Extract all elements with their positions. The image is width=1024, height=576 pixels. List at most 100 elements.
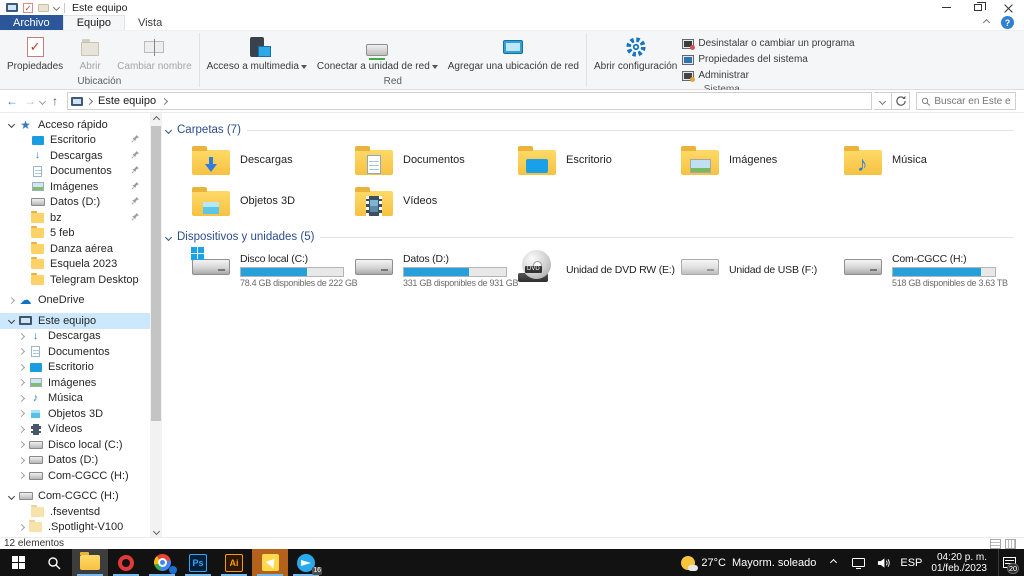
desinstalar-button[interactable]: Desinstalar o cambiar un programa [682, 36, 854, 51]
volume-icon[interactable] [875, 557, 891, 569]
administrar-button[interactable]: Administrar [682, 68, 854, 83]
clock[interactable]: 04:20 p. m. 01/feb./2023 [931, 552, 987, 574]
taskbar-telegram[interactable]: 16 [288, 549, 324, 576]
weather-widget[interactable]: 27°C Mayorm. soleado [681, 556, 816, 570]
sidebar-item-bz[interactable]: bz [0, 210, 150, 226]
sidebar-item-pc-documentos[interactable]: Documentos [0, 344, 150, 360]
folder-tile-objetos-3d[interactable]: Objetos 3D [192, 182, 355, 220]
scroll-up-icon[interactable] [150, 113, 162, 125]
section-header-dispositivos[interactable]: Dispositivos y unidades (5) [166, 228, 1024, 246]
network-icon[interactable] [850, 558, 866, 567]
sidebar-item-acceso-rapido[interactable]: ★ Acceso rápido [0, 117, 150, 133]
tab-vista[interactable]: Vista [125, 15, 175, 30]
sidebar-item-pc-disco-c[interactable]: Disco local (C:) [0, 437, 150, 453]
sidebar-item-pc-musica[interactable]: ♪ Música [0, 391, 150, 407]
section-collapse-icon[interactable] [165, 233, 172, 240]
chevron-right-icon[interactable] [17, 379, 24, 386]
sidebar-item-escritorio[interactable]: Escritorio [0, 133, 150, 149]
large-icons-view-icon[interactable] [1005, 539, 1016, 549]
address-dropdown-button[interactable] [874, 92, 892, 110]
drive-tile-usb-f[interactable]: Unidad de USB (F:) [681, 248, 844, 292]
sidebar-item-spotlight-v100[interactable]: .Spotlight-V100 [0, 520, 150, 536]
qat-customize-chevron-icon[interactable] [53, 4, 60, 11]
cambiar-nombre-button[interactable]: Cambiar nombre [112, 33, 196, 72]
propiedades-sistema-button[interactable]: Propiedades del sistema [682, 52, 854, 67]
sidebar-item-danza-aerea[interactable]: Danza aérea [0, 241, 150, 257]
sidebar-item-pc-descargas[interactable]: ↓ Descargas [0, 329, 150, 345]
chevron-right-icon[interactable] [17, 441, 24, 448]
acceso-multimedia-button[interactable]: Acceso a multimedia [202, 33, 312, 72]
pin-icon[interactable] [131, 181, 140, 193]
conectar-unidad-button[interactable]: Conectar a unidad de red [312, 33, 443, 72]
address-bar[interactable]: Este equipo [67, 92, 872, 110]
tab-equipo[interactable]: Equipo [63, 15, 125, 30]
chevron-right-icon[interactable] [17, 524, 24, 531]
language-indicator[interactable]: ESP [900, 557, 922, 569]
sidebar-item-datos-d[interactable]: Datos (D:) [0, 195, 150, 211]
search-input[interactable] [934, 96, 1011, 107]
agregar-ubicacion-button[interactable]: Agregar una ubicación de red [443, 33, 584, 72]
help-icon[interactable]: ? [1001, 16, 1014, 29]
taskbar-search-button[interactable] [36, 549, 72, 576]
propiedades-button[interactable]: ✓ Propiedades [2, 33, 68, 72]
taskbar-photoshop[interactable]: Ps [180, 549, 216, 576]
chevron-down-icon[interactable] [7, 317, 14, 324]
section-header-carpetas[interactable]: Carpetas (7) [166, 121, 1024, 139]
pin-icon[interactable] [131, 134, 140, 146]
abrir-configuracion-button[interactable]: Abrir configuración [589, 33, 682, 72]
chevron-right-icon[interactable] [17, 410, 24, 417]
forward-icon[interactable]: → [22, 94, 38, 108]
taskbar-illustrator[interactable]: Ai [216, 549, 252, 576]
taskbar-sticky-notes[interactable] [252, 549, 288, 576]
chevron-right-icon[interactable] [17, 457, 24, 464]
chevron-down-icon[interactable] [7, 493, 14, 500]
chevron-right-icon[interactable] [17, 348, 24, 355]
properties-qat-icon[interactable]: ✓ [23, 3, 33, 13]
sidebar-item-este-equipo[interactable]: Este equipo [0, 313, 150, 329]
collapse-ribbon-icon[interactable] [983, 19, 990, 26]
chevron-right-icon[interactable] [17, 395, 24, 402]
up-icon[interactable]: ↑ [47, 94, 63, 108]
start-button[interactable] [0, 549, 36, 576]
pin-icon[interactable] [131, 196, 140, 208]
scrollbar-thumb[interactable] [151, 126, 161, 421]
drive-tile-datos-d[interactable]: Datos (D:) 331 GB disponibles de 931 GB [355, 248, 518, 292]
back-icon[interactable]: ← [4, 94, 20, 108]
sidebar-item-documentos[interactable]: Documentos [0, 164, 150, 180]
drive-tile-disco-local-c[interactable]: Disco local (C:) 78.4 GB disponibles de … [192, 248, 355, 292]
chevron-right-icon[interactable] [17, 333, 24, 340]
details-view-icon[interactable] [990, 539, 1001, 549]
sidebar-item-com-cgcc-h-root[interactable]: Com-CGCC (H:) [0, 489, 150, 505]
chevron-right-icon[interactable] [17, 472, 24, 479]
taskbar-file-explorer[interactable] [72, 549, 108, 576]
scroll-down-icon[interactable] [150, 525, 162, 537]
recent-locations-chevron-icon[interactable] [39, 97, 46, 104]
sidebar-item-telegram-desktop[interactable]: Telegram Desktop [0, 272, 150, 288]
folder-tile-escritorio[interactable]: Escritorio [518, 141, 681, 179]
restore-button[interactable] [962, 0, 993, 15]
sidebar-item-descargas[interactable]: ↓ Descargas [0, 148, 150, 164]
sidebar-item-pc-com-cgcc-h[interactable]: Com-CGCC (H:) [0, 468, 150, 484]
show-hidden-icons-button[interactable] [825, 560, 841, 565]
folder-tile-imagenes[interactable]: Imágenes [681, 141, 844, 179]
taskbar-chrome[interactable] [144, 549, 180, 576]
sidebar-item-pc-objetos-3d[interactable]: Objetos 3D [0, 406, 150, 422]
taskbar-opera[interactable] [108, 549, 144, 576]
sidebar-item-fseventsd[interactable]: .fseventsd [0, 504, 150, 520]
refresh-button[interactable] [892, 92, 910, 110]
action-center-button[interactable]: 20 [998, 549, 1020, 576]
tab-archivo[interactable]: Archivo [0, 15, 63, 30]
sidebar-item-esquela-2023[interactable]: Esquela 2023 [0, 257, 150, 273]
pin-icon[interactable] [131, 165, 140, 177]
search-box[interactable] [916, 92, 1016, 110]
breadcrumb-chevron-icon[interactable] [86, 97, 93, 104]
sidebar-item-pc-escritorio[interactable]: Escritorio [0, 360, 150, 376]
breadcrumb-chevron-icon[interactable] [161, 97, 168, 104]
folder-tile-documentos[interactable]: Documentos [355, 141, 518, 179]
chevron-right-icon[interactable] [7, 297, 14, 304]
chevron-down-icon[interactable] [7, 121, 14, 128]
drive-tile-com-cgcc-h[interactable]: Com-CGCC (H:) 518 GB disponibles de 3.63… [844, 248, 1007, 292]
sidebar-item-pc-imagenes[interactable]: Imágenes [0, 375, 150, 391]
pin-icon[interactable] [131, 150, 140, 162]
sidebar-item-pc-videos[interactable]: Vídeos [0, 422, 150, 438]
